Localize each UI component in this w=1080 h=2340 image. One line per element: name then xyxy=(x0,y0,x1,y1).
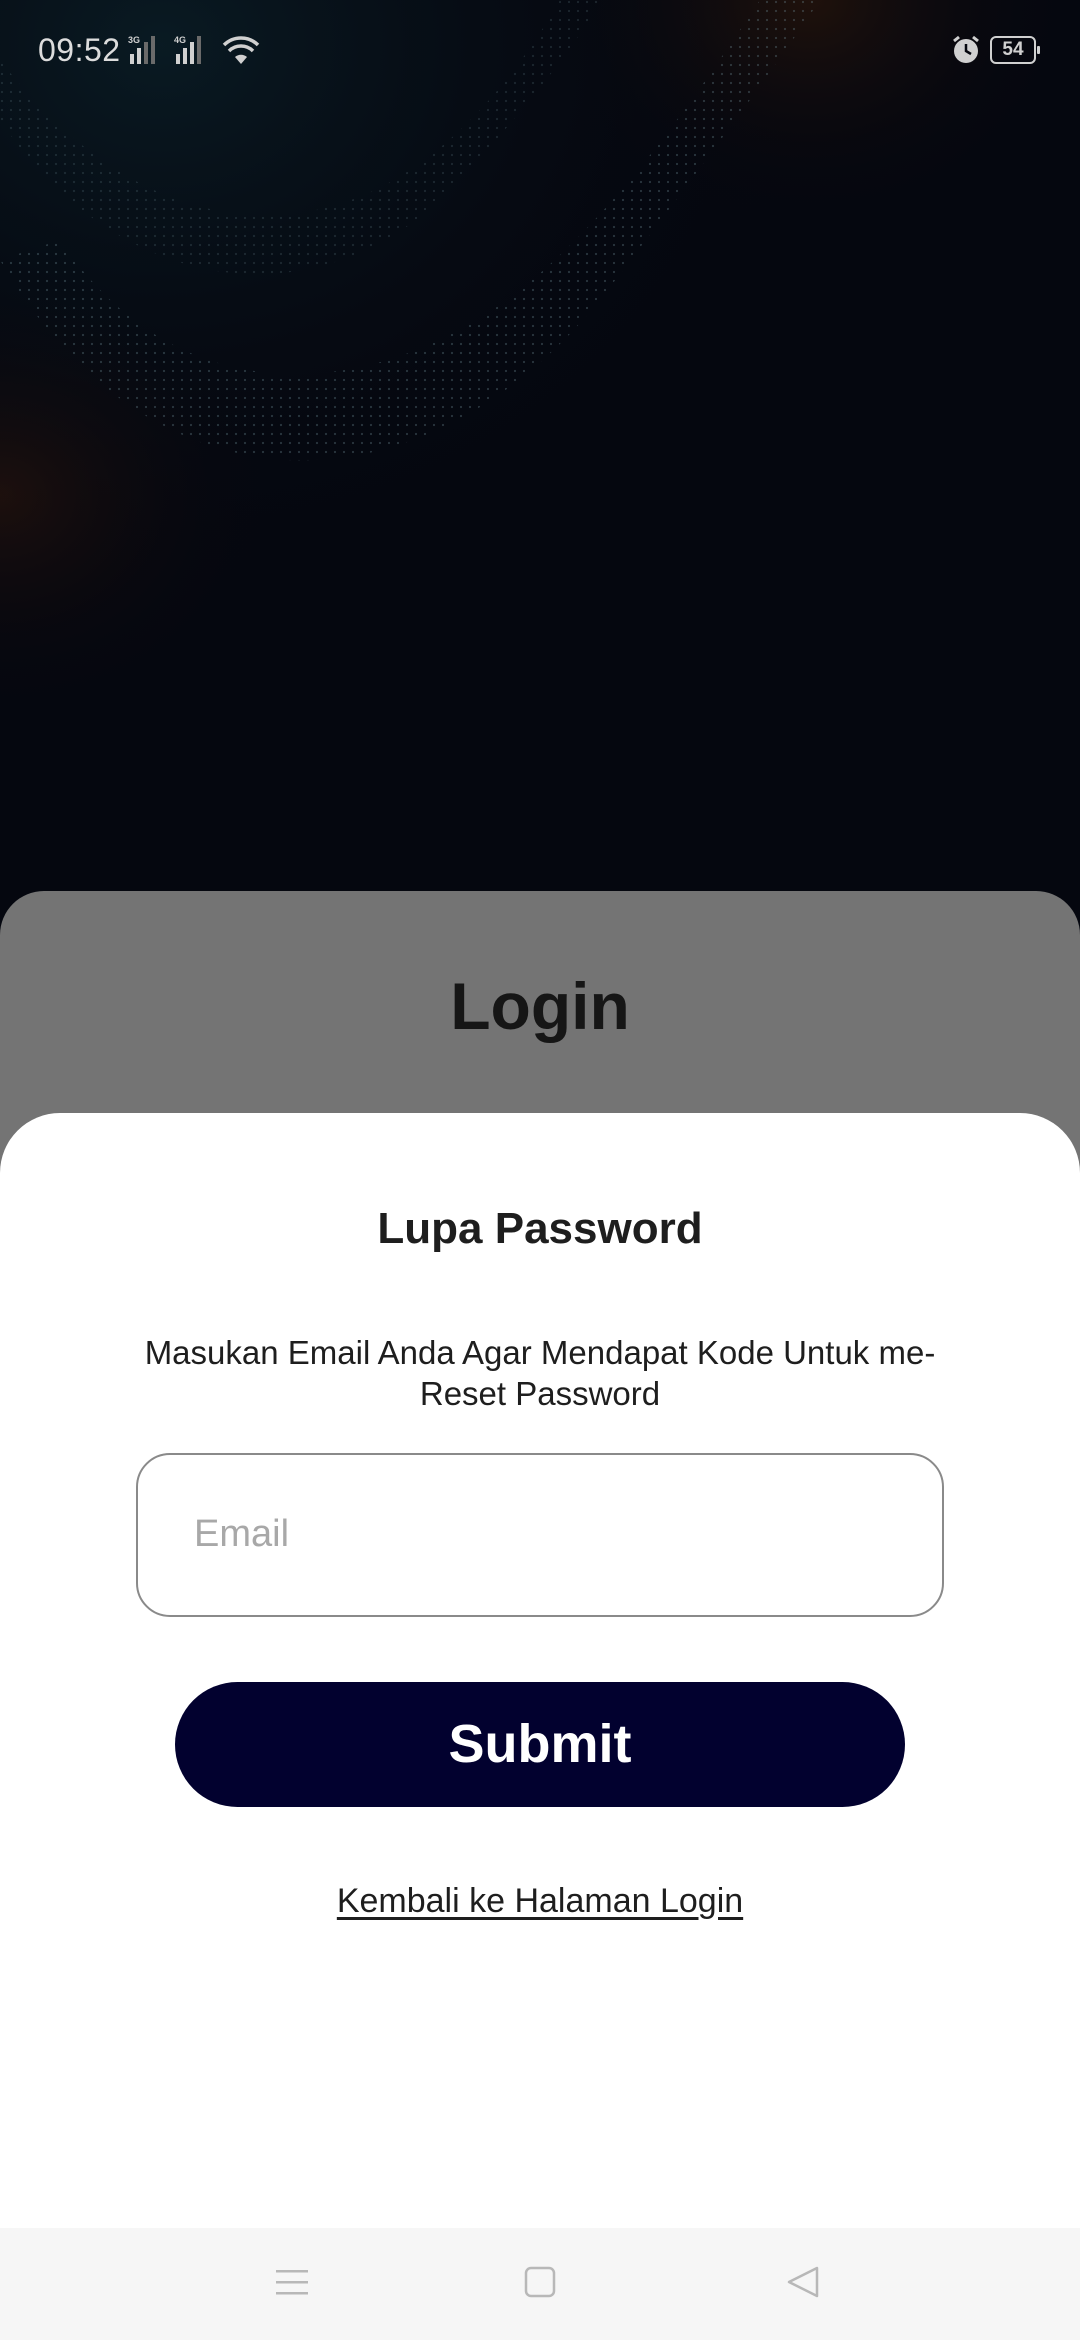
nav-back-button[interactable] xyxy=(743,2228,863,2340)
screen: 09:52 3G 4G 54 Login Lupa Password Masuk… xyxy=(0,0,1080,2340)
home-icon xyxy=(524,2266,556,2298)
svg-text:4G: 4G xyxy=(174,35,186,45)
back-to-login-link[interactable]: Kembali ke Halaman Login xyxy=(0,1882,1080,1921)
navigation-bar xyxy=(0,2228,1080,2340)
menu-icon xyxy=(276,2270,308,2295)
submit-button[interactable]: Submit xyxy=(175,1682,905,1807)
status-time: 09:52 xyxy=(38,32,121,68)
nav-home-button[interactable] xyxy=(480,2228,600,2340)
sheet-title: Lupa Password xyxy=(377,1204,703,1253)
svg-text:3G: 3G xyxy=(128,35,140,45)
email-field[interactable] xyxy=(136,1453,944,1617)
forgot-password-sheet xyxy=(0,1113,1080,2228)
sheet-description: Masukan Email Anda Agar Mendapat Kode Un… xyxy=(144,1334,936,1412)
battery-indicator: 54 xyxy=(990,36,1040,64)
signal-4g-icon: 4G xyxy=(174,35,201,64)
signal-3g-icon: 3G xyxy=(128,35,155,64)
alarm-icon xyxy=(953,35,979,63)
background-wave-art xyxy=(0,0,1080,900)
nav-menu-button[interactable] xyxy=(232,2228,352,2340)
status-bar: 09:52 3G 4G 54 xyxy=(0,0,1080,104)
wifi-icon xyxy=(222,36,260,64)
back-icon xyxy=(787,2266,819,2298)
login-title: Login xyxy=(450,969,630,1043)
email-input[interactable] xyxy=(194,1455,894,1614)
